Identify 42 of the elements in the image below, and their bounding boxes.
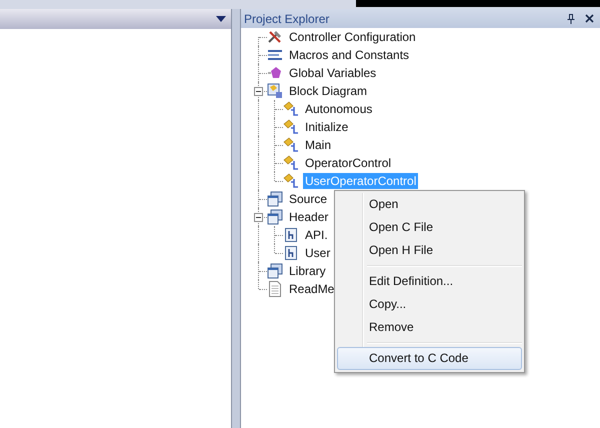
tree-item[interactable]: Autonomous [303,101,374,117]
dropdown-icon[interactable] [216,16,226,22]
menu-item[interactable]: Open H File [337,239,522,262]
block-icon [283,119,299,135]
tree-item[interactable]: Header [287,209,330,225]
tree-item[interactable]: ReadMe [287,281,336,297]
tree-item[interactable]: User [303,245,332,261]
menu-item[interactable]: Remove [337,316,522,339]
block-icon [283,101,299,117]
tree-item[interactable]: Block Diagram [287,83,370,99]
tree-item[interactable]: Library [287,263,328,279]
document-icon [267,281,283,297]
gem-icon [267,65,283,81]
menu-item[interactable]: Convert to C Code [337,347,522,370]
window-icon [267,191,283,207]
diagram-icon [267,83,283,99]
window-icon [267,263,283,279]
tree-item[interactable]: Controller Configuration [287,29,418,45]
tree-item[interactable]: Initialize [303,119,350,135]
panel-title: Project Explorer [244,12,330,26]
menu-item[interactable]: Edit Definition... [337,270,522,293]
header-file-icon [283,227,299,243]
collapse-toggle[interactable] [254,87,263,96]
block-icon [283,173,299,189]
header-file-icon [283,245,299,261]
menu-item[interactable]: Open [337,193,522,216]
list-icon [267,47,283,63]
tree-item[interactable]: API. [303,227,330,243]
block-icon [283,137,299,153]
block-icon [283,155,299,171]
menu-item[interactable]: Copy... [337,293,522,316]
tree-item[interactable]: Main [303,137,334,153]
tree-item[interactable]: Source [287,191,330,207]
pin-icon[interactable] [567,14,575,24]
tools-icon [267,29,283,45]
tree-item[interactable]: OperatorControl [303,155,394,171]
tree-item[interactable]: Macros and Constants [287,47,412,63]
menu-item[interactable]: Open C File [337,216,522,239]
window-icon [267,209,283,225]
tree-item[interactable]: Global Variables [287,65,378,81]
close-icon[interactable] [585,14,594,23]
collapse-toggle[interactable] [254,213,263,222]
